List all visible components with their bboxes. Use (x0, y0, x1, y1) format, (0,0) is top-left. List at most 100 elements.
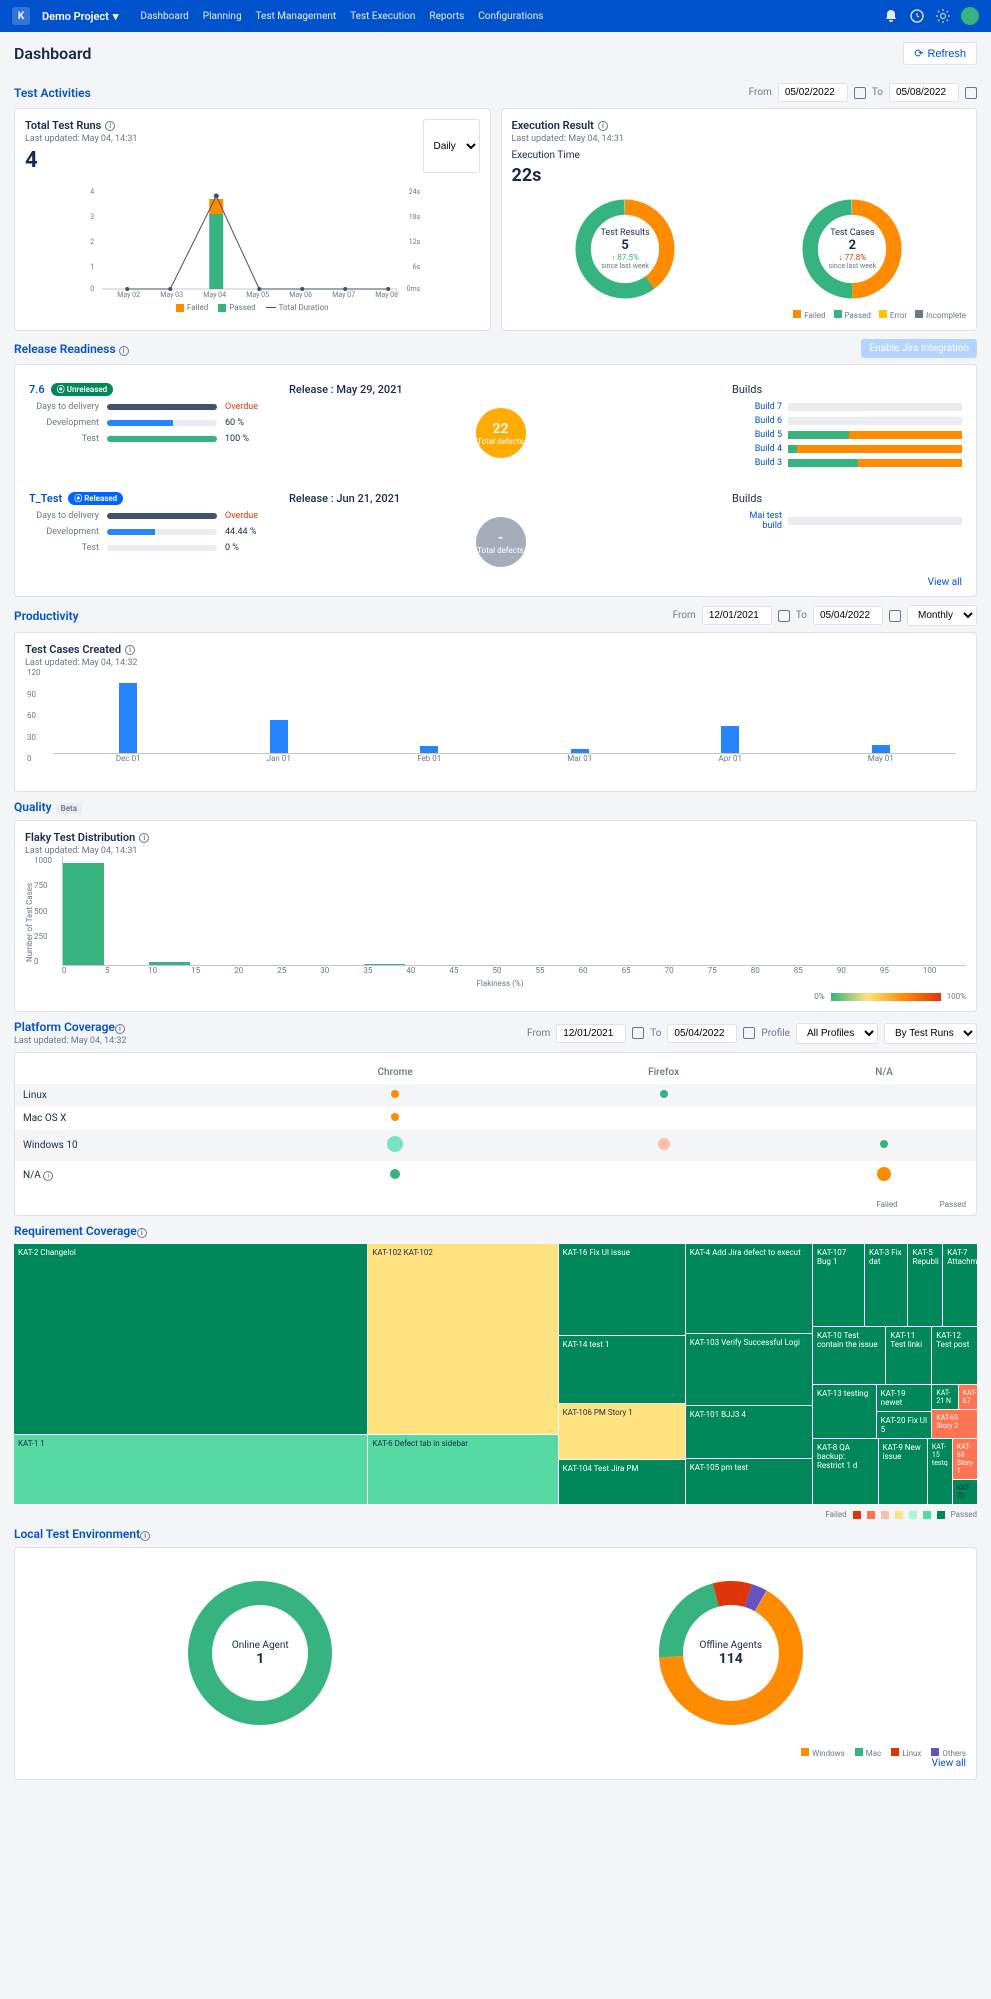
offline-agents-donut[interactable]: Offline Agents 114 (656, 1578, 806, 1728)
release-name[interactable]: 7.6 ⦿ Unreleased (29, 383, 269, 396)
bar[interactable] (270, 720, 288, 753)
tm-cell[interactable]: KAT-14 test 1 (559, 1336, 685, 1403)
bar[interactable] (571, 749, 589, 753)
calendar-icon[interactable] (854, 87, 866, 99)
tm-cell[interactable]: KAT-8 QA backup: Restrict 1 d (813, 1439, 878, 1504)
tm-cell[interactable]: KAT-12 Test post (932, 1327, 977, 1384)
flaky-bar[interactable] (364, 964, 405, 965)
granularity-select[interactable]: Daily (423, 119, 480, 173)
tm-cell[interactable]: KAT-13 testing (813, 1385, 876, 1438)
tm-cell[interactable]: KAT-4 Add Jira defect to execut (686, 1244, 812, 1333)
tm-cell[interactable]: KAT-101 BJJ3 4 (686, 1406, 812, 1458)
enable-jira-button[interactable]: Enable Jira Integration (861, 339, 977, 358)
prod-to-input[interactable] (813, 606, 883, 625)
nav-dashboard[interactable]: Dashboard (140, 11, 188, 22)
tm-cell[interactable]: KAT-104 Test Jira PM (559, 1460, 685, 1504)
tm-cell[interactable]: KAT-67 (959, 1385, 977, 1409)
tm-cell[interactable]: KAT-70 (953, 1480, 977, 1504)
recent-icon[interactable] (909, 8, 925, 24)
tm-cell[interactable]: KAT-107 Bug 1 (813, 1244, 864, 1326)
tm-cell[interactable]: KAT-7 Attachm (943, 1244, 977, 1326)
test-results-donut[interactable]: Test Results 5 ↑ 87.5% since last week (570, 194, 680, 304)
build-row[interactable]: Build 4 (732, 444, 962, 454)
tm-cell[interactable]: KAT-68 Story 1 (953, 1439, 977, 1479)
info-icon[interactable]: i (119, 346, 129, 356)
tm-cell[interactable]: KAT-102 KAT-102 (368, 1244, 557, 1434)
lte-view-all-link[interactable]: View all (932, 1758, 966, 1769)
app-logo-icon[interactable]: K (12, 7, 30, 25)
pc-to-input[interactable] (667, 1024, 737, 1043)
defects-circle[interactable]: 22Total defects (476, 408, 526, 458)
tm-cell[interactable]: KAT-2 Changelol (14, 1244, 367, 1434)
coverage-dot[interactable] (660, 1090, 668, 1098)
online-agent-donut[interactable]: Online Agent 1 (185, 1578, 335, 1728)
coverage-dot[interactable] (391, 1113, 399, 1121)
test-cases-donut[interactable]: Test Cases 2 ↓ 77.8% since last week (797, 194, 907, 304)
defects-circle[interactable]: -Total defects (476, 517, 526, 567)
calendar-icon[interactable] (965, 87, 977, 99)
tm-cell[interactable]: KAT-19 newet (877, 1385, 932, 1411)
calendar-icon[interactable] (778, 610, 790, 622)
coverage-dot[interactable] (658, 1138, 670, 1150)
nav-reports[interactable]: Reports (429, 11, 464, 22)
build-row[interactable]: Mai test build (732, 511, 962, 531)
nav-test-execution[interactable]: Test Execution (350, 11, 415, 22)
info-icon[interactable]: i (140, 1531, 150, 1541)
flaky-bar[interactable] (149, 962, 190, 965)
tm-cell[interactable]: KAT-21 N (932, 1385, 957, 1409)
pc-profile-select[interactable]: All Profiles (796, 1023, 878, 1044)
project-selector[interactable]: Demo Project ▾ (42, 10, 118, 23)
flaky-bar[interactable] (63, 863, 104, 965)
calendar-icon[interactable] (743, 1027, 755, 1039)
coverage-dot[interactable] (877, 1167, 891, 1181)
tm-cell[interactable]: KAT-9 New issue (879, 1439, 927, 1504)
tm-cell[interactable]: KAT-10 Test contain the issue (813, 1327, 885, 1384)
tm-cell[interactable]: KAT-20 Fix UI 5 (877, 1412, 932, 1438)
build-row[interactable]: Build 7 (732, 402, 962, 412)
build-row[interactable]: Build 6 (732, 416, 962, 426)
release-name[interactable]: T_Test ⦿ Released (29, 492, 269, 505)
gear-icon[interactable] (935, 8, 951, 24)
bar[interactable] (721, 726, 739, 753)
coverage-dot[interactable] (387, 1136, 403, 1152)
info-icon[interactable]: i (137, 1228, 147, 1238)
calendar-icon[interactable] (889, 610, 901, 622)
info-icon[interactable]: i (105, 121, 115, 131)
from-date-input[interactable] (778, 83, 848, 102)
pc-from-input[interactable] (556, 1024, 626, 1043)
info-icon[interactable]: i (125, 645, 135, 655)
build-row[interactable]: Build 3 (732, 458, 962, 468)
info-icon[interactable]: i (43, 1171, 53, 1181)
avatar[interactable] (961, 7, 979, 25)
coverage-dot[interactable] (391, 1090, 399, 1098)
prod-from-input[interactable] (702, 606, 772, 625)
tm-cell[interactable]: KAT-6 Defect tab in sidebar (368, 1435, 557, 1504)
nav-test-management[interactable]: Test Management (256, 11, 337, 22)
coverage-dot[interactable] (390, 1169, 400, 1179)
tm-cell[interactable]: KAT-105 pm test (686, 1459, 812, 1505)
calendar-icon[interactable] (632, 1027, 644, 1039)
info-icon[interactable]: i (139, 833, 149, 843)
bar[interactable] (872, 745, 890, 753)
info-icon[interactable]: i (598, 121, 608, 131)
build-row[interactable]: Build 5 (732, 430, 962, 440)
view-all-link[interactable]: View all (928, 577, 962, 588)
tm-cell[interactable]: KAT-5 Republi (908, 1244, 942, 1326)
refresh-button[interactable]: ⟳ Refresh (903, 42, 977, 65)
coverage-dot[interactable] (880, 1140, 888, 1148)
nav-planning[interactable]: Planning (203, 11, 242, 22)
info-icon[interactable]: i (115, 1024, 125, 1034)
treemap[interactable]: KAT-2 Changelol KAT-1 1 KAT-102 KAT-102 … (14, 1244, 977, 1504)
bar[interactable] (119, 683, 137, 753)
tm-cell[interactable]: KAT-106 PM Story 1 (559, 1404, 685, 1459)
tm-cell[interactable]: KAT-16 Fix UI issue (559, 1244, 685, 1335)
bar[interactable] (420, 746, 438, 753)
tm-cell[interactable]: KAT-1 1 (14, 1435, 367, 1504)
to-date-input[interactable] (889, 83, 959, 102)
bell-icon[interactable] (883, 8, 899, 24)
tm-cell[interactable]: KAT-11 Test linki (886, 1327, 931, 1384)
tm-cell[interactable]: KAT-103 Verify Successful Logi (686, 1334, 812, 1405)
tm-cell[interactable]: KAT-15 testq (928, 1439, 952, 1504)
nav-configurations[interactable]: Configurations (478, 11, 543, 22)
tm-cell[interactable]: KAT-69 Story 2 (932, 1410, 977, 1438)
